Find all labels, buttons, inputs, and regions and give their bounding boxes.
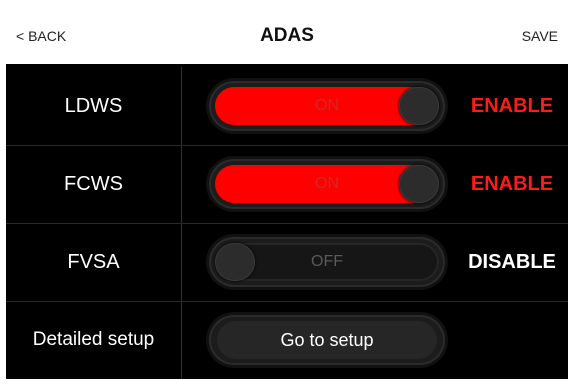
status-text: DISABLE — [468, 251, 556, 273]
setting-row-detailed-setup: Detailed setup Go to setup — [6, 301, 568, 379]
toggle-knob[interactable] — [399, 87, 439, 125]
save-button[interactable]: SAVE — [522, 28, 558, 44]
toggle-knob[interactable] — [399, 165, 439, 203]
ldws-toggle[interactable]: ON — [209, 81, 445, 131]
go-to-setup-button[interactable]: Go to setup — [209, 315, 445, 365]
toggle-knob[interactable] — [215, 243, 255, 281]
settings-list: LDWS ON ENABLE FCWS ON ENABLE FVSA OFF D… — [6, 67, 568, 379]
header-bar: < BACK ADAS SAVE — [6, 8, 568, 64]
page-title: ADAS — [260, 25, 314, 46]
setting-label: Detailed setup — [32, 329, 155, 350]
setup-button-label: Go to setup — [217, 321, 437, 359]
app-screen: < BACK ADAS SAVE LDWS ON ENABLE FCWS ON … — [6, 8, 568, 379]
status-text: ENABLE — [470, 173, 554, 195]
setting-row-fcws: FCWS ON ENABLE — [6, 145, 568, 224]
status-text: ENABLE — [470, 95, 554, 117]
setting-row-ldws: LDWS ON ENABLE — [6, 67, 568, 146]
setting-label: FVSA — [67, 251, 120, 273]
fvsa-toggle[interactable]: OFF — [209, 237, 445, 287]
setting-row-fvsa: FVSA OFF DISABLE — [6, 223, 568, 302]
setting-label: FCWS — [64, 173, 123, 195]
setting-label: LDWS — [64, 95, 123, 117]
fcws-toggle[interactable]: ON — [209, 159, 445, 209]
